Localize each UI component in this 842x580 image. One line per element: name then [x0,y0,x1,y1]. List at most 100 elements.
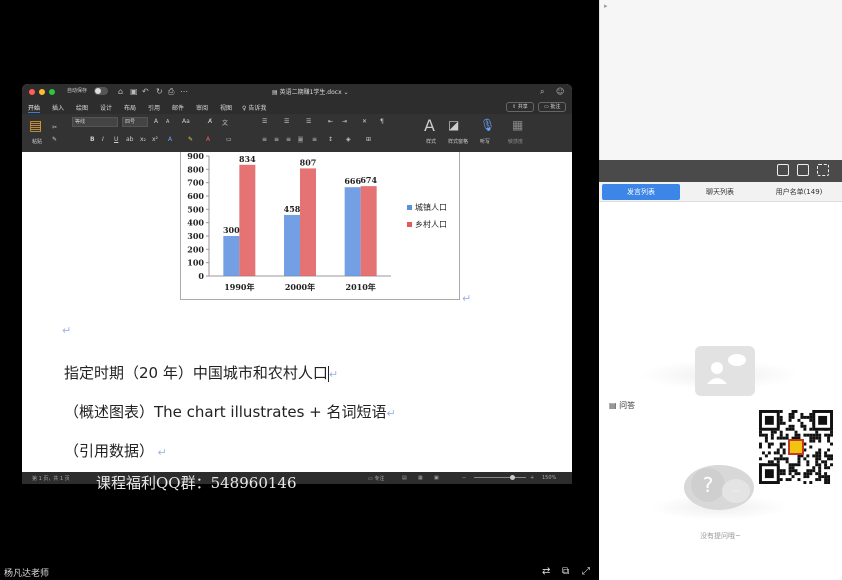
print-layout-icon[interactable]: ▦ [418,475,423,481]
minimize-window-button[interactable] [39,89,45,95]
bullets-icon[interactable]: ☰ [262,118,267,125]
expand-icon[interactable] [817,164,829,176]
account-icon[interactable]: ☺ [556,87,564,97]
qr-module [803,472,807,476]
qr-module [770,436,774,440]
subscript-icon[interactable]: x₂ [140,136,146,143]
qr-module [806,463,810,467]
phonetic-icon[interactable]: 文 [222,118,228,127]
panel-tabs: 发言列表 聊天列表 用户名单(149) [599,182,842,202]
popout-icon[interactable]: ⧉ [562,566,569,577]
align-left-icon[interactable]: ≡ [262,136,267,143]
legend-label: 城镇人口 [415,202,447,212]
autosave-toggle[interactable] [94,87,108,95]
line-1-text: 指定时期（20 年）中国城市和农村人口 [64,364,328,382]
zoom-level[interactable]: 150% [542,475,556,481]
chart-frame[interactable]: 0 100 200 300 400 500 600 700 800 900 300 834 1990年 4… [180,152,460,300]
zoom-window-button[interactable] [49,89,55,95]
justify-icon[interactable]: ≡ [298,136,304,143]
web-layout-icon[interactable]: ▣ [434,475,439,481]
save-icon[interactable]: ▣ [130,87,138,97]
tab-review[interactable]: 审阅 [196,103,208,112]
tab-insert[interactable]: 插入 [52,103,64,112]
switch-icon[interactable]: ⇄ [542,566,550,577]
borders-icon[interactable]: ⊞ [366,136,371,143]
font-name-value: 等线 [75,119,86,125]
zoom-in-icon[interactable]: + [530,475,534,481]
line-spacing-icon[interactable]: ↕ [328,136,333,143]
tab-view[interactable]: 视图 [220,103,232,112]
change-case-icon[interactable]: Aa [182,118,190,125]
distributed-icon[interactable]: ≡ [312,136,317,143]
multilevel-icon[interactable]: ☰ [306,118,311,125]
qr-module [818,454,822,458]
sensitivity-icon[interactable]: ▦ [512,118,523,132]
increase-indent-icon[interactable]: ⇥ [342,118,347,125]
undo-icon[interactable]: ↶ [142,87,149,97]
char-border-icon[interactable]: ▭ [226,136,232,143]
layout-icon[interactable] [797,164,809,176]
paste-icon[interactable]: ▤ [29,118,42,134]
qr-module [824,454,828,458]
styles-icon[interactable]: A [424,116,435,135]
search-icon[interactable]: ⌕ [540,87,544,97]
bold-icon[interactable]: B [90,136,95,143]
cut-icon[interactable]: ✂ [52,124,57,131]
qr-module [785,427,789,431]
redo-icon[interactable]: ↻ [156,87,163,97]
sort-icon[interactable]: ✕ [362,118,367,125]
focus-button[interactable]: ▭ 专注 [368,475,384,482]
underline-icon[interactable]: U [114,136,118,143]
align-right-icon[interactable]: ≡ [286,136,291,143]
microphone-icon[interactable]: 🎙 [480,118,495,132]
print-icon[interactable]: ⎙ [168,87,174,97]
tab-home[interactable]: 开始 [28,103,41,113]
more-icon[interactable]: ⋯ [180,87,188,97]
format-painter-icon[interactable]: ✎ [52,136,57,143]
read-mode-icon[interactable]: ▤ [402,475,407,481]
styles-pane-icon[interactable]: ◪ [448,118,459,132]
qr-logo [790,441,802,453]
text-effects-icon[interactable]: A [168,136,172,143]
decrease-indent-icon[interactable]: ⇤ [328,118,333,125]
share-button[interactable]: ⇪ 共享 [506,102,534,112]
tab-draw[interactable]: 绘图 [76,103,88,112]
zoom-slider[interactable] [474,477,526,478]
align-center-icon[interactable]: ≡ [274,136,279,143]
home-icon[interactable]: ⌂ [118,87,123,97]
zoom-slider-thumb[interactable] [510,475,515,480]
tab-references[interactable]: 引用 [148,103,160,112]
highlight-icon[interactable]: ✎ [188,136,193,143]
fullscreen-icon[interactable]: ⤢ [582,566,590,577]
qr-module [824,433,828,437]
focus-label: 专注 [374,476,385,482]
tab-mailings[interactable]: 邮件 [172,103,184,112]
grow-font-icon[interactable]: A [154,118,158,125]
zoom-out-icon[interactable]: − [462,475,466,481]
shading-icon[interactable]: ◈ [346,136,351,143]
qr-module [827,448,831,452]
qr-module [794,433,798,437]
tab-chat-list[interactable]: 聊天列表 [681,184,759,200]
clear-format-icon[interactable]: A̸ [208,118,212,125]
numbering-icon[interactable]: ☰ [284,118,289,125]
italic-icon[interactable]: I [102,136,104,143]
strikethrough-icon[interactable]: ab [126,136,134,143]
tab-layout[interactable]: 布局 [124,103,136,112]
qr-module [827,439,831,443]
comments-button[interactable]: ▭ 批注 [538,102,567,112]
tab-user-list[interactable]: 用户名单(149) [760,184,838,200]
tab-speech-list[interactable]: 发言列表 [602,184,680,200]
close-window-button[interactable] [29,89,35,95]
font-color-icon[interactable]: A [206,136,210,143]
tab-design[interactable]: 设计 [100,103,112,112]
collapse-arrow-icon[interactable]: ▸ [604,2,608,10]
tell-me[interactable]: ♀ 告诉我 [242,103,266,112]
shrink-font-icon[interactable]: A [166,119,169,125]
document-page[interactable]: 0 100 200 300 400 500 600 700 800 900 300 834 1990年 4… [22,152,572,472]
superscript-icon[interactable]: x² [152,136,158,143]
qr-module [764,439,768,443]
screenshot-icon[interactable] [777,164,789,176]
show-marks-icon[interactable]: ¶ [380,118,384,125]
qr-module [827,433,831,437]
